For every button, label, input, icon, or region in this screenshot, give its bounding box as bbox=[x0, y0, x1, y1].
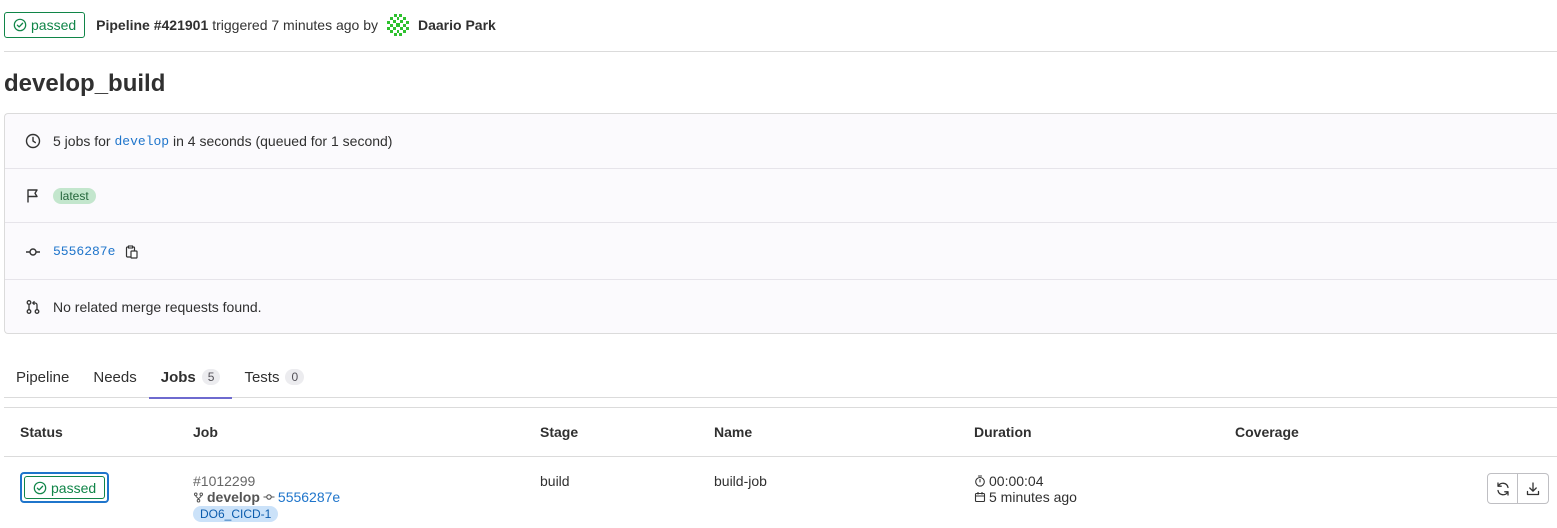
copy-icon[interactable] bbox=[125, 244, 139, 259]
job-duration: 00:00:04 bbox=[989, 473, 1044, 489]
check-circle-icon bbox=[13, 18, 27, 32]
merge-requests-row: No related merge requests found. bbox=[5, 280, 1557, 334]
job-cell: #1012299 develop 5556287e DO6_CICD-1 bbox=[193, 473, 340, 522]
tab-tests[interactable]: Tests 0 bbox=[232, 356, 316, 398]
finished-line: 5 minutes ago bbox=[974, 489, 1077, 505]
jobs-summary-row: 5 jobs for develop in 4 seconds (queued … bbox=[5, 114, 1557, 168]
tab-label: Pipeline bbox=[16, 368, 70, 386]
pipeline-id-title: Pipeline #421901 bbox=[96, 17, 209, 33]
job-duration-cell: 00:00:04 5 minutes ago bbox=[974, 473, 1077, 505]
job-stage: build bbox=[540, 473, 570, 489]
branch-link[interactable]: develop bbox=[114, 134, 169, 149]
job-id-link[interactable]: #1012299 bbox=[193, 473, 340, 489]
retry-button[interactable] bbox=[1487, 473, 1518, 504]
flag-icon bbox=[25, 188, 41, 204]
job-name: build-job bbox=[714, 473, 767, 489]
tab-needs[interactable]: Needs bbox=[81, 356, 148, 398]
job-commit-link[interactable]: 5556287e bbox=[278, 489, 340, 505]
job-status-button[interactable]: passed bbox=[20, 472, 110, 503]
pipeline-info-box: 5 jobs for develop in 4 seconds (queued … bbox=[4, 113, 1557, 334]
tests-count-badge: 0 bbox=[285, 369, 305, 385]
job-status-text: passed bbox=[51, 479, 97, 496]
check-circle-icon bbox=[33, 481, 47, 495]
pipeline-status-badge[interactable]: passed bbox=[4, 12, 86, 38]
duration-line: 00:00:04 bbox=[974, 473, 1077, 489]
jobs-count-badge: 5 bbox=[201, 369, 221, 385]
commit-sha-link[interactable]: 5556287e bbox=[53, 244, 115, 259]
commit-icon bbox=[263, 491, 275, 503]
download-icon bbox=[1525, 481, 1541, 497]
column-header-stage: Stage bbox=[540, 424, 579, 440]
job-actions bbox=[1487, 473, 1549, 504]
branch-icon bbox=[193, 492, 204, 503]
tab-label: Tests bbox=[244, 368, 280, 386]
jobs-summary-suffix: in 4 seconds (queued for 1 second) bbox=[172, 133, 393, 149]
download-artifacts-button[interactable] bbox=[1518, 473, 1549, 504]
page-title: develop_build bbox=[4, 70, 166, 97]
jobs-summary-prefix: 5 jobs for bbox=[53, 133, 111, 149]
user-name-link[interactable]: Daario Park bbox=[418, 17, 496, 33]
job-tag-badge: DO6_CICD-1 bbox=[193, 506, 279, 522]
column-header-job: Job bbox=[193, 424, 218, 440]
column-header-name: Name bbox=[714, 424, 753, 440]
tab-label: Needs bbox=[93, 368, 137, 386]
column-header-duration: Duration bbox=[974, 424, 1032, 440]
tab-pipeline[interactable]: Pipeline bbox=[4, 356, 81, 398]
column-header-status: Status bbox=[20, 424, 63, 440]
table-row: passed #1012299 develop 5556287e DO6_CIC… bbox=[4, 458, 1557, 528]
retry-icon bbox=[1495, 481, 1511, 497]
header-divider bbox=[4, 51, 1557, 52]
tab-jobs[interactable]: Jobs 5 bbox=[148, 356, 233, 399]
commit-row: 5556287e bbox=[5, 223, 1557, 280]
user-avatar[interactable] bbox=[386, 13, 410, 37]
clock-icon bbox=[25, 133, 41, 149]
badges-row: latest bbox=[5, 169, 1557, 223]
job-branch-link[interactable]: develop bbox=[207, 489, 260, 505]
pipeline-status-text: passed bbox=[31, 17, 77, 33]
jobs-table-header: Status Job Stage Name Duration Coverage bbox=[4, 407, 1557, 457]
timer-icon bbox=[974, 475, 986, 487]
commit-icon bbox=[25, 244, 41, 260]
tab-label: Jobs bbox=[160, 368, 196, 386]
pipeline-tabs: Pipeline Needs Jobs 5 Tests 0 bbox=[4, 356, 1557, 399]
job-ref: develop 5556287e bbox=[193, 489, 340, 505]
job-status-badge: passed bbox=[24, 476, 106, 499]
job-finished-time: 5 minutes ago bbox=[989, 489, 1077, 505]
merge-requests-text: No related merge requests found. bbox=[53, 299, 262, 315]
pipeline-header: passed Pipeline #421901 triggered 7 minu… bbox=[4, 12, 1557, 38]
calendar-icon bbox=[974, 491, 986, 503]
merge-request-icon bbox=[25, 299, 41, 315]
latest-badge: latest bbox=[53, 188, 96, 204]
triggered-text: triggered 7 minutes ago by bbox=[212, 17, 378, 33]
column-header-coverage: Coverage bbox=[1235, 424, 1299, 440]
